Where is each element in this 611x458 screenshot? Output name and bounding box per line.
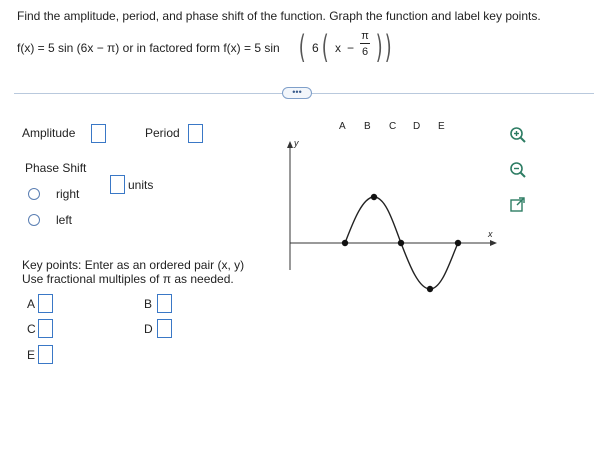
radio-right-label: right [56,187,80,201]
point-a-label: A [27,297,36,311]
graph-letter-c: C [389,121,397,132]
period-input[interactable] [188,124,203,143]
graph-point-a[interactable] [341,239,349,247]
fraction-bar [360,43,370,44]
radio-left[interactable] [28,214,40,226]
point-b-input[interactable] [157,294,172,313]
inner-open-paren: ( [321,28,329,66]
pi-over-six-fraction: π 6 [359,30,371,58]
point-a-input[interactable] [38,294,53,313]
fraction-denominator: 6 [361,46,369,58]
question-instruction: Find the amplitude, period, and phase sh… [17,9,541,23]
radio-left-label: left [56,213,73,227]
x-axis-label: x [488,229,493,239]
zoom-in-icon[interactable] [509,126,527,144]
graph-letter-b: B [364,121,371,132]
zoom-out-icon[interactable] [509,161,527,179]
graph-point-d[interactable] [426,285,434,293]
radio-right[interactable] [28,188,40,200]
point-d-label: D [144,322,153,336]
inner-close-paren: ) [375,28,383,66]
point-c-input[interactable] [38,319,53,338]
function-prefix: f(x) = 5 sin (6x − π) or in factored for… [17,41,280,55]
key-points-instruction-1: Key points: Enter as an ordered pair (x,… [22,258,245,272]
y-axis-label: y [294,138,299,148]
point-b-label: B [144,297,153,311]
fraction-numerator: π [361,30,369,42]
outer-close-paren: ) [384,28,392,66]
key-points-instruction-2: Use fractional multiples of π as needed. [22,272,234,286]
sine-curve [344,196,459,290]
period-label: Period [145,126,180,140]
factored-x: x [335,41,341,55]
phase-shift-input[interactable] [110,175,125,194]
factored-six: 6 [312,41,319,55]
graph-letter-a: A [339,121,346,132]
more-button[interactable]: ••• [282,87,312,99]
graph-letter-e: E [438,121,445,132]
units-label: units [128,178,154,192]
outer-open-paren: ( [298,28,306,66]
point-d-input[interactable] [157,319,172,338]
x-axis-arrow [490,240,497,246]
point-e-label: E [27,348,36,362]
graph-point-b[interactable] [370,193,378,201]
point-c-label: C [27,322,36,336]
point-e-input[interactable] [38,345,53,364]
factored-minus: − [347,41,355,55]
graph-canvas[interactable] [0,0,611,458]
expand-icon[interactable] [509,196,527,214]
amplitude-input[interactable] [91,124,106,143]
graph-point-c[interactable] [397,239,405,247]
phase-shift-label: Phase Shift [25,161,87,175]
y-axis-arrow [287,141,293,148]
graph-letter-d: D [413,121,421,132]
graph-point-e[interactable] [454,239,462,247]
amplitude-label: Amplitude [22,126,76,140]
